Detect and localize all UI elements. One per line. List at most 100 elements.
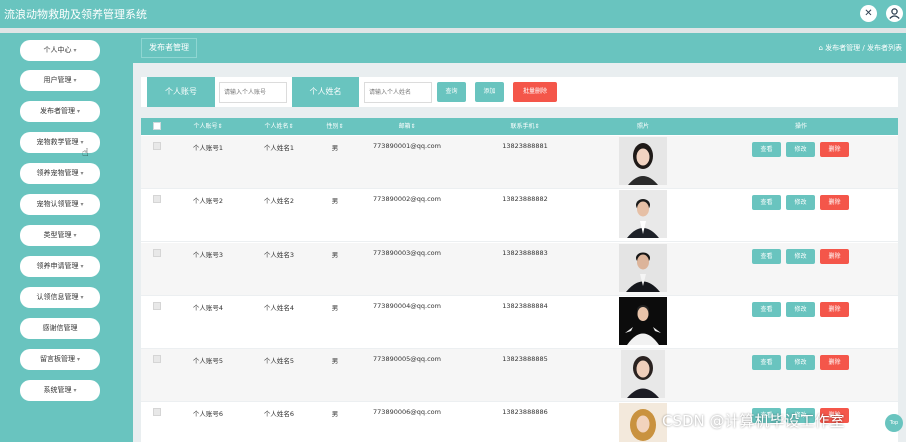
edit-button[interactable]: 修改 bbox=[786, 355, 815, 370]
sidebar-item-types[interactable]: 类型管理 ▾ bbox=[20, 225, 100, 246]
sidebar-item-claim-info[interactable]: 认领信息管理 ▾ bbox=[20, 287, 100, 308]
row-checkbox[interactable] bbox=[153, 302, 161, 310]
column-header-photo: 照片 bbox=[636, 123, 650, 130]
cell-gender: 男 bbox=[331, 251, 339, 259]
cell-name: 个人姓名6 bbox=[263, 410, 295, 418]
column-header-actions: 操作 bbox=[794, 123, 808, 130]
sidebar: 个人中心 ▾ 用户管理 ▾ 发布者管理 ▾ 宠物救学管理 ▾ 领养宠物管理 ▾ 宠物认领管… bbox=[0, 33, 133, 442]
view-button[interactable]: 查看 bbox=[752, 249, 781, 264]
column-header-email[interactable]: 邮箱⇕ bbox=[398, 118, 415, 135]
column-header-name[interactable]: 个人姓名⇕ bbox=[264, 118, 293, 135]
sidebar-item-label: 认领信息管理 bbox=[36, 293, 79, 301]
cell-name: 个人姓名2 bbox=[263, 197, 295, 205]
user-icon[interactable] bbox=[886, 5, 903, 22]
cell-account: 个人账号4 bbox=[192, 304, 224, 312]
chevron-down-icon: ▾ bbox=[76, 108, 80, 115]
delete-button[interactable]: 删除 bbox=[820, 195, 849, 210]
column-header-account[interactable]: 个人账号⇕ bbox=[193, 118, 222, 135]
table-header: 个人账号⇕ 个人姓名⇕ 性别⇕ 邮箱⇕ 联系手机⇕ 照片 操作 bbox=[141, 118, 898, 135]
user-photo bbox=[619, 297, 667, 345]
sidebar-item-label: 个人中心 bbox=[43, 46, 72, 54]
cell-email: 773890004@qq.com bbox=[373, 302, 441, 310]
home-icon[interactable]: ⌂ bbox=[818, 44, 822, 52]
chevron-down-icon: ▾ bbox=[80, 294, 84, 301]
cell-phone: 13823888881 bbox=[502, 142, 548, 150]
cell-account: 个人账号3 bbox=[192, 251, 224, 259]
row-checkbox[interactable] bbox=[153, 195, 161, 203]
cell-name: 个人姓名4 bbox=[263, 304, 295, 312]
cell-account: 个人账号2 bbox=[192, 197, 224, 205]
cell-email: 773890003@qq.com bbox=[373, 249, 441, 257]
query-button[interactable]: 查询 bbox=[437, 82, 466, 102]
sidebar-item-publishers[interactable]: 发布者管理 ▾ bbox=[20, 101, 100, 122]
chevron-down-icon: ▾ bbox=[80, 139, 84, 146]
select-all-checkbox[interactable] bbox=[153, 122, 161, 130]
cell-email: 773890005@qq.com bbox=[373, 355, 441, 363]
delete-button[interactable]: 删除 bbox=[820, 302, 849, 317]
breadcrumb: ⌂ 发布者管理 / 发布者列表 bbox=[818, 43, 902, 53]
edit-button[interactable]: 修改 bbox=[786, 302, 815, 317]
column-header-gender[interactable]: 性别⇕ bbox=[326, 118, 343, 135]
sidebar-item-message-board[interactable]: 留言板管理 ▾ bbox=[20, 349, 100, 370]
sidebar-item-users[interactable]: 用户管理 ▾ bbox=[20, 70, 100, 91]
sidebar-item-thank-you-letters[interactable]: 感谢信管理 bbox=[20, 318, 100, 339]
delete-button[interactable]: 删除 bbox=[820, 249, 849, 264]
delete-button[interactable]: 删除 bbox=[820, 142, 849, 157]
sidebar-item-system[interactable]: 系统管理 ▾ bbox=[20, 380, 100, 401]
publisher-table: 个人账号⇕ 个人姓名⇕ 性别⇕ 邮箱⇕ 联系手机⇕ 照片 操作 个人账号1 个人… bbox=[141, 118, 898, 442]
sidebar-item-label: 宠物救学管理 bbox=[36, 138, 79, 146]
cell-phone: 13823888882 bbox=[502, 195, 548, 203]
edit-button[interactable]: 修改 bbox=[786, 142, 815, 157]
search-panel: 个人账号 个人姓名 查询 添加 批量删除 bbox=[141, 77, 898, 107]
sort-icon: ⇕ bbox=[288, 123, 294, 130]
close-x-icon[interactable]: ✕ bbox=[860, 5, 877, 22]
sidebar-item-label: 类型管理 bbox=[43, 231, 72, 239]
view-button[interactable]: 查看 bbox=[752, 302, 781, 317]
sidebar-item-label: 留言板管理 bbox=[39, 355, 75, 363]
cell-name: 个人姓名3 bbox=[263, 251, 295, 259]
user-photo bbox=[621, 350, 665, 398]
row-checkbox[interactable] bbox=[153, 142, 161, 150]
row-checkbox[interactable] bbox=[153, 408, 161, 416]
table-row: 个人账号1 个人姓名1 男 773890001@qq.com 138238888… bbox=[141, 136, 898, 189]
watermark: CSDN @计算机毕设工作室 bbox=[662, 412, 845, 430]
scroll-to-top-button[interactable]: Top bbox=[885, 414, 903, 432]
cell-email: 773890002@qq.com bbox=[373, 195, 441, 203]
cell-phone: 13823888886 bbox=[502, 408, 548, 416]
tab-publisher-management[interactable]: 发布者管理 bbox=[141, 38, 197, 58]
sidebar-item-pet-claim[interactable]: 宠物认领管理 ▾ bbox=[20, 194, 100, 215]
table-row: 个人账号5 个人姓名5 男 773890005@qq.com 138238888… bbox=[141, 349, 898, 402]
delete-button[interactable]: 删除 bbox=[820, 355, 849, 370]
cell-gender: 男 bbox=[331, 144, 339, 152]
view-button[interactable]: 查看 bbox=[752, 142, 781, 157]
sidebar-item-label: 领养宠物管理 bbox=[36, 169, 79, 177]
cell-phone: 13823888883 bbox=[502, 249, 548, 257]
add-button[interactable]: 添加 bbox=[475, 82, 504, 102]
edit-button[interactable]: 修改 bbox=[786, 249, 815, 264]
chevron-down-icon: ▾ bbox=[80, 263, 84, 270]
cell-account: 个人账号6 bbox=[192, 410, 224, 418]
account-search-input[interactable] bbox=[219, 82, 287, 103]
row-checkbox[interactable] bbox=[153, 249, 161, 257]
cell-account: 个人账号1 bbox=[192, 144, 224, 152]
name-search-input[interactable] bbox=[364, 82, 432, 103]
view-button[interactable]: 查看 bbox=[752, 355, 781, 370]
name-label: 个人姓名 bbox=[292, 77, 359, 107]
column-header-phone[interactable]: 联系手机⇕ bbox=[510, 118, 539, 135]
row-checkbox[interactable] bbox=[153, 355, 161, 363]
breadcrumb-level1[interactable]: 发布者管理 bbox=[825, 44, 860, 52]
sort-icon: ⇕ bbox=[338, 123, 344, 130]
sidebar-item-label: 发布者管理 bbox=[39, 107, 75, 115]
cell-email: 773890001@qq.com bbox=[373, 142, 441, 150]
sidebar-item-adoption-applications[interactable]: 领养申请管理 ▾ bbox=[20, 256, 100, 277]
cell-gender: 男 bbox=[331, 357, 339, 365]
account-label: 个人账号 bbox=[147, 77, 215, 107]
sidebar-item-adoptable-pets[interactable]: 领养宠物管理 ▾ bbox=[20, 163, 100, 184]
cell-account: 个人账号5 bbox=[192, 357, 224, 365]
sort-icon: ⇕ bbox=[217, 123, 223, 130]
batch-delete-button[interactable]: 批量删除 bbox=[513, 82, 557, 102]
sidebar-item-personal-center[interactable]: 个人中心 ▾ bbox=[20, 40, 100, 61]
view-button[interactable]: 查看 bbox=[752, 195, 781, 210]
edit-button[interactable]: 修改 bbox=[786, 195, 815, 210]
app-title: 流浪动物救助及领养管理系统 bbox=[4, 8, 147, 21]
